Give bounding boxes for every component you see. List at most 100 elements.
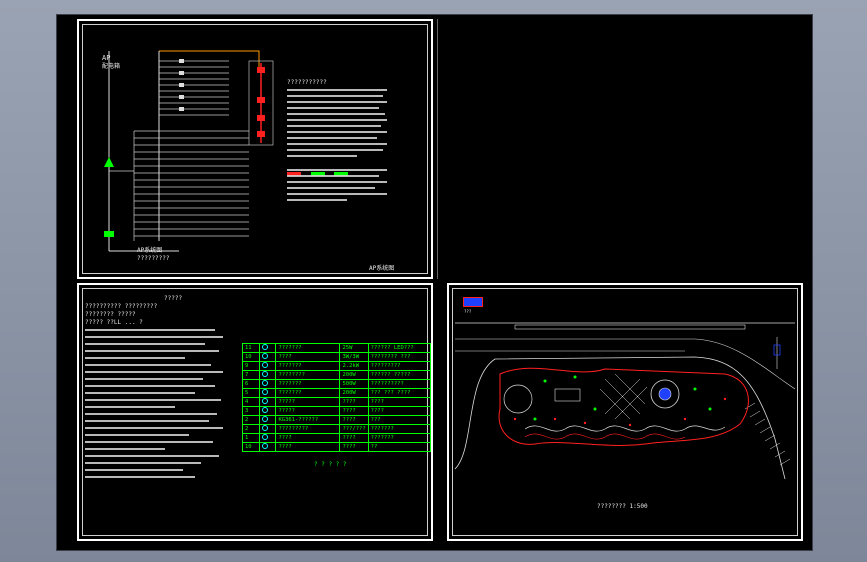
plan-scale-caption: ???????? 1:500 [597,503,648,510]
legend-name: ??????? [275,388,341,398]
legend-no: 3 [242,406,260,416]
legend-symbol [258,424,277,434]
legend-no: 10 [242,442,260,452]
sheet-notes-legend: ????? ?????????? ????????? ???????? ????… [77,283,433,541]
riser-diagram [248,60,274,146]
notes-intro-title: ????? [164,295,183,302]
legend-symbol [258,361,277,371]
sheet-system-diagram: AP 配电箱 AP系统图 ????????? ??????????? AP系统图 [77,19,433,279]
legend-symbol-icon [261,380,268,386]
legend-no: 6 [242,379,260,389]
legend-symbol-icon [261,389,268,395]
legend-symbol [258,397,277,407]
legend-power: 2.2kW [339,361,369,371]
legend-desc: ?????? LED??? [367,343,432,353]
legend-no: 2 [242,424,260,434]
legend-power: ???/??? [339,424,369,434]
legend-power: 3W/3W [339,352,369,362]
legend-no: 4 [242,397,260,407]
legend-name: KG361-?????? [275,415,341,425]
sheet-empty [437,19,808,279]
legend-power: 200W [339,388,369,398]
legend-row: 2????????? ???/?????????? [242,424,432,434]
legend-row: 1??????????????? [242,433,432,443]
legend-power: 500W [339,379,369,389]
legend-row: 11??????? 25W?????? LED??? [242,343,432,353]
legend-power: 200W [339,370,369,380]
cad-drawing-canvas[interactable]: AP 配电箱 AP系统图 ????????? ??????????? AP系统图… [56,14,813,551]
legend-power: ???? [339,415,369,425]
legend-power: ???? [339,433,369,443]
legend-power: 25W [339,343,369,353]
legend-name: ???? [275,433,341,443]
legend-symbol [258,415,277,425]
legend-row: 3????????????? [242,406,432,416]
legend-row: 2 KG361-????????????? [242,415,432,425]
legend-symbol-icon [261,353,268,359]
legend-symbol-icon [261,398,268,404]
legend-desc: ??????? [367,433,432,443]
legend-symbol [258,406,277,416]
legend-name: ??????? [275,343,341,353]
legend-name: ????? [275,406,341,416]
legend-symbol-icon [261,407,268,413]
legend-power: ???? [339,442,369,452]
legend-no: 7 [242,370,260,380]
legend-symbol [258,352,277,362]
legend-row: 5??????? 200W??? ??? ???? [242,388,432,398]
notes-header-line-2: ???????? ????? [85,311,136,318]
notes-title: ??????????? [287,79,327,86]
legend-name: ???????? [275,370,341,380]
legend-symbol-icon [261,344,268,350]
legend-desc: ?? [367,442,432,452]
legend-symbol-icon [261,425,268,431]
legend-symbol [258,433,277,443]
legend-symbol-icon [261,443,268,449]
legend-desc: ???? [367,397,432,407]
legend-name: ???? [275,352,341,362]
legend-row: 10???? 3W/3W???????? ??? [242,352,432,362]
legend-power: ???? [339,397,369,407]
site-lighting-plan [454,322,796,480]
spec-line: ????? ??LL ... ? [85,319,143,326]
legend-row: 6??????? 500W?????????? [242,379,432,389]
sheet-site-plan: ??? ???????? 1:500 [447,283,803,541]
legend-symbol [258,442,277,452]
legend-desc: ??????? [367,424,432,434]
diagram-caption-sub: ????????? [137,255,170,262]
equipment-legend-table: 11??????? 25W?????? LED??? 10???? 3W/3W????… [242,343,432,452]
sheet-tag-label: ??? [464,309,472,314]
legend-desc: ????????? [367,361,432,371]
legend-desc: ?????????? [367,379,432,389]
legend-no: 1 [242,433,260,443]
legend-row: 9??????? 2.2kW????????? [242,361,432,371]
legend-symbol-icon [261,416,268,422]
legend-no: 11 [242,343,260,353]
legend-row: 7???????? 200W?????? ????? [242,370,432,380]
legend-symbol-icon [261,371,268,377]
notes-footer: AP系统图 [369,265,395,272]
legend-desc: ??? ??? ???? [367,388,432,398]
legend-desc: ???????? ??? [367,352,432,362]
legend-no: 2 [242,415,260,425]
legend-symbol [258,379,277,389]
legend-name: ???? [275,442,341,452]
legend-symbol-icon [261,434,268,440]
legend-desc: ??? [367,415,432,425]
legend-name: ??????? [275,361,341,371]
legend-symbol [258,388,277,398]
legend-symbol-icon [261,362,268,368]
legend-desc: ???? [367,406,432,416]
legend-name: ????????? [275,424,341,434]
legend-row: 10?????????? [242,442,432,452]
diagram-caption: AP系统图 [137,247,163,254]
sheet-tag: ??? [463,297,483,314]
legend-power: ???? [339,406,369,416]
design-notes-block [287,89,397,205]
notes-header-line-1: ?????????? ????????? [85,303,158,310]
legend-name: ????? [275,397,341,407]
legend-symbol [258,343,277,353]
construction-notes [85,329,225,483]
legend-no: 10 [242,352,260,362]
legend-symbol [258,370,277,380]
